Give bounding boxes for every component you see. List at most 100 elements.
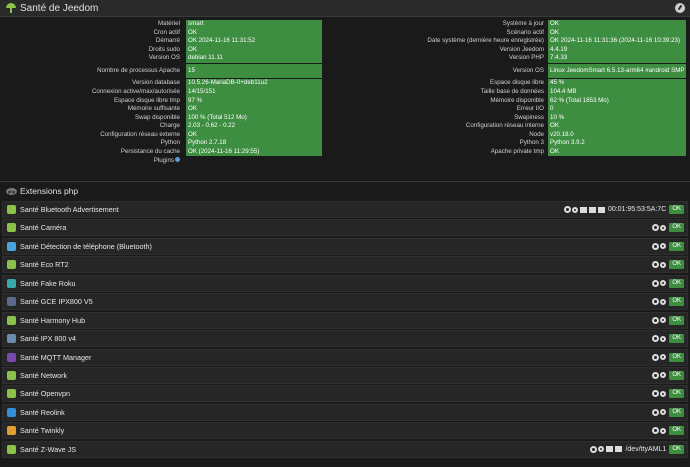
config-cogs-icon[interactable] bbox=[651, 427, 667, 435]
config-cogs-icon[interactable] bbox=[651, 316, 667, 324]
plugin-row[interactable]: Santé Z-Wave JS/dev/ttyAML1 OK bbox=[2, 440, 688, 458]
health-value: 104.4 MB bbox=[548, 88, 686, 97]
ipx800-plugin-icon bbox=[7, 297, 16, 307]
cog-icon bbox=[660, 243, 667, 250]
info-icon[interactable] bbox=[175, 156, 180, 162]
cog-icon bbox=[660, 427, 667, 434]
plugin-row[interactable]: Santé Bluetooth Advertisement 00:01:95:53… bbox=[2, 201, 688, 218]
cog-icon bbox=[652, 242, 660, 250]
health-value: 4.4.19 bbox=[548, 45, 686, 54]
php-extensions-header[interactable]: php Extensions php bbox=[6, 186, 78, 196]
plugin-name[interactable]: Santé Détection de téléphone (Bluetooth) bbox=[20, 242, 152, 251]
plugin-status-area: /dev/ttyAML1 OK bbox=[589, 444, 684, 454]
health-row-r: Espace disque libre 45 % bbox=[4, 79, 686, 88]
plugin-name[interactable]: Santé Caméra bbox=[20, 223, 66, 232]
status-badge: OK bbox=[669, 260, 684, 270]
plugin-row[interactable]: Santé Détection de téléphone (Bluetooth)… bbox=[2, 237, 688, 255]
health-row-r: Mémoire disponible 62 % (Total 1853 Mo) bbox=[4, 96, 686, 105]
health-value: Linux JeedomSmart 6.5.13-arm64 #android … bbox=[548, 64, 686, 102]
config-cogs-icon[interactable] bbox=[651, 279, 667, 287]
cog-icon bbox=[660, 409, 667, 416]
cog-icon bbox=[660, 280, 667, 287]
plugin-name[interactable]: Santé IPX 800 v4 bbox=[20, 334, 76, 343]
config-cogs-icon[interactable] bbox=[651, 335, 667, 343]
health-label: Plugins bbox=[4, 156, 180, 166]
plugin-row[interactable]: Santé Caméra OK bbox=[2, 219, 688, 237]
config-cogs-icon[interactable] bbox=[563, 206, 578, 213]
dashboard-gauge-icon[interactable] bbox=[675, 3, 685, 13]
health-value: 62 % (Total 1853 Mo) bbox=[548, 96, 686, 105]
bluetooth-plugin-icon bbox=[7, 205, 16, 214]
health-row-r: Version OS Linux JeedomSmart 6.5.13-arm64… bbox=[4, 64, 686, 102]
device-icon bbox=[579, 206, 587, 213]
config-cogs-icon[interactable] bbox=[651, 408, 667, 416]
plugin-row[interactable]: Santé IPX 800 v4 OK bbox=[2, 330, 688, 348]
roku-plugin-icon bbox=[7, 278, 16, 288]
plugin-status-area: OK bbox=[651, 426, 684, 436]
health-row-r: Taille base de données 104.4 MB bbox=[4, 88, 686, 97]
health-value: 7.4.33 bbox=[548, 54, 686, 63]
plugin-name[interactable]: Santé Harmony Hub bbox=[20, 316, 85, 325]
plugin-row[interactable]: Santé GCE IPX800 V5 OK bbox=[2, 293, 688, 311]
status-badge: OK bbox=[669, 389, 684, 399]
plugin-status-area: OK bbox=[651, 407, 684, 417]
status-badge: OK bbox=[669, 278, 684, 288]
plugin-name[interactable]: Santé Openvpn bbox=[20, 389, 70, 398]
status-badge: OK bbox=[669, 241, 684, 251]
config-cogs-icon[interactable] bbox=[651, 353, 667, 361]
health-value: OK bbox=[548, 122, 686, 131]
plugin-row[interactable]: Santé Harmony Hub OK bbox=[2, 311, 688, 329]
mqtt-plugin-icon bbox=[7, 352, 16, 362]
plugin-name[interactable]: Santé Fake Roku bbox=[20, 279, 76, 288]
config-cogs-icon[interactable] bbox=[651, 298, 667, 306]
php-logo-icon: php bbox=[6, 187, 17, 195]
health-row-r: Scénario actif OK bbox=[4, 28, 686, 37]
config-cogs-icon[interactable] bbox=[651, 261, 667, 269]
health-label: Taille base de données bbox=[480, 88, 544, 95]
cog-icon bbox=[652, 261, 660, 269]
plugin-row[interactable]: Santé Openvpn OK bbox=[2, 385, 688, 403]
plugin-name[interactable]: Santé Network bbox=[20, 371, 67, 380]
plugin-row[interactable]: Santé Eco RT2 OK bbox=[2, 256, 688, 274]
cog-icon bbox=[660, 354, 667, 360]
cog-icon bbox=[563, 206, 571, 213]
config-cogs-icon[interactable] bbox=[651, 242, 667, 250]
phone-plugin-icon bbox=[7, 241, 16, 251]
health-value: OK bbox=[548, 20, 686, 29]
plugin-status-area: OK bbox=[651, 260, 684, 270]
health-label: Node bbox=[529, 130, 544, 138]
config-cogs-icon[interactable] bbox=[589, 445, 605, 453]
plugin-row[interactable]: Santé Reolink OK bbox=[2, 403, 688, 421]
health-label: Espace disque libre bbox=[489, 79, 544, 86]
plugin-name[interactable]: Santé Reolink bbox=[20, 408, 65, 417]
vpn-plugin-icon bbox=[7, 389, 16, 399]
plugin-name[interactable]: Santé Twinkly bbox=[20, 426, 64, 435]
health-value: OK bbox=[548, 28, 686, 37]
config-cogs-icon[interactable] bbox=[651, 390, 667, 398]
health-value: OK bbox=[548, 147, 686, 156]
divider bbox=[0, 181, 690, 182]
cog-icon bbox=[660, 372, 667, 379]
plugin-row[interactable]: Santé MQTT Manager OK bbox=[2, 348, 688, 366]
config-cogs-icon[interactable] bbox=[651, 371, 667, 379]
cog-icon bbox=[660, 317, 667, 324]
status-badge: OK bbox=[669, 426, 684, 436]
plugin-row[interactable]: Santé Network OK bbox=[2, 366, 688, 384]
plugin-detail: 00:01:95:53:5A:7C bbox=[607, 206, 667, 213]
plugin-name[interactable]: Santé MQTT Manager bbox=[20, 353, 91, 362]
cog-icon bbox=[652, 316, 660, 324]
jeedom-logo-icon bbox=[6, 3, 16, 13]
health-label: Apache private tmp bbox=[490, 147, 544, 155]
health-label: Configuration réseau interne bbox=[465, 122, 544, 129]
plugin-row[interactable]: Santé Twinkly OK bbox=[2, 422, 688, 440]
plugin-name[interactable]: Santé Eco RT2 bbox=[20, 260, 69, 269]
health-row-r: Système à jour OK bbox=[4, 20, 686, 29]
plugin-name[interactable]: Santé Bluetooth Advertisement bbox=[20, 205, 119, 214]
config-cogs-icon[interactable] bbox=[651, 224, 667, 232]
plugin-row[interactable]: Santé Fake Roku OK bbox=[2, 274, 688, 292]
health-row-r: Configuration réseau interne OK bbox=[4, 122, 686, 131]
plugin-name[interactable]: Santé GCE IPX800 V5 bbox=[20, 297, 93, 306]
plugin-name[interactable]: Santé Z-Wave JS bbox=[20, 445, 76, 454]
plugin-status-area: OK bbox=[651, 315, 684, 325]
health-row-r: Swapiness 10 % bbox=[4, 113, 686, 122]
